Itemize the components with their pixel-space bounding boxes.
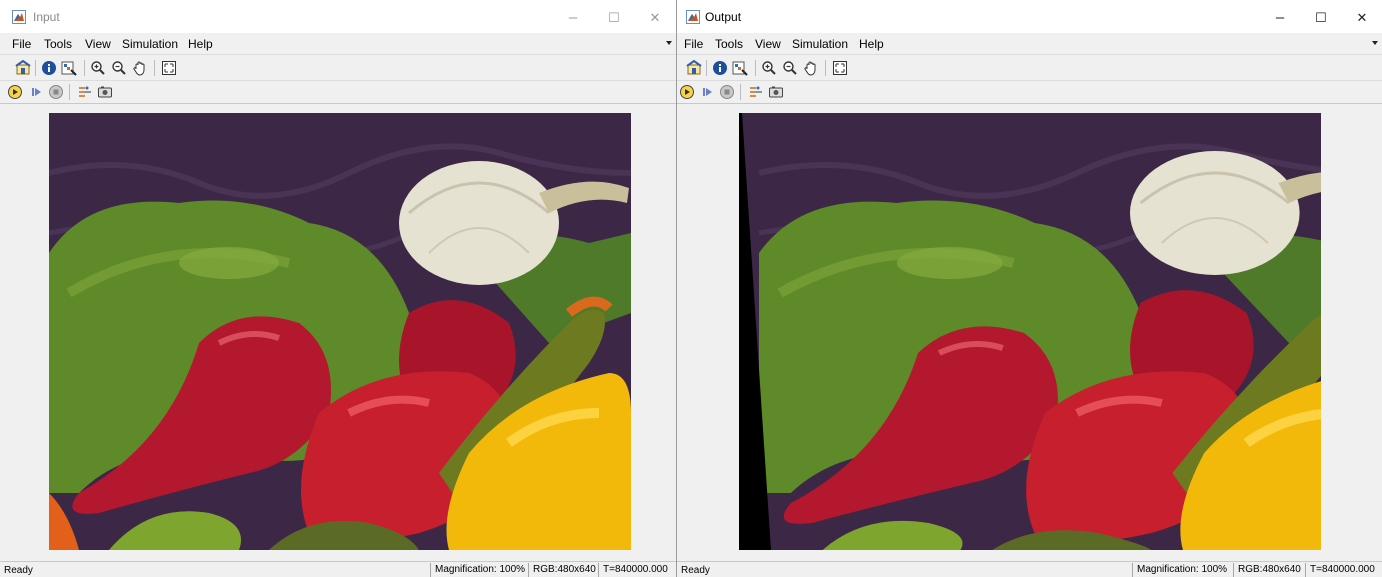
toolbar-separator	[740, 84, 741, 100]
output-window: Output – ☐ ✕ File Tools View Simulation …	[677, 0, 1382, 577]
menu-simulation[interactable]: Simulation	[122, 37, 178, 51]
status-bar: Ready Magnification: 100% RGB:480x640 T=…	[677, 561, 1382, 577]
signal-select-icon[interactable]	[76, 83, 94, 101]
status-time: T=840000.000	[1305, 563, 1379, 577]
menu-bar: File Tools View Simulation Help	[677, 33, 1382, 54]
toolbar	[677, 54, 1382, 80]
step-forward-icon[interactable]	[28, 83, 46, 101]
status-rgb: RGB:480x640	[528, 563, 600, 577]
simulation-toolbar	[0, 80, 676, 102]
minimize-button[interactable]: –	[1265, 5, 1295, 29]
toolbar-separator	[69, 84, 70, 100]
fit-to-window-icon[interactable]	[831, 59, 849, 77]
signal-select-icon[interactable]	[747, 83, 765, 101]
status-magnification: Magnification: 100%	[430, 563, 529, 577]
matlab-app-icon	[686, 10, 700, 24]
toolbar-separator	[154, 60, 155, 76]
status-state: Ready	[681, 565, 710, 576]
menu-view[interactable]: View	[85, 37, 111, 51]
menu-file[interactable]: File	[12, 37, 31, 51]
zoom-in-icon[interactable]	[760, 59, 778, 77]
peppers-output-image	[739, 113, 1321, 550]
status-bar: Ready Magnification: 100% RGB:480x640 T=…	[0, 561, 676, 577]
stop-icon[interactable]	[47, 83, 65, 101]
menu-help[interactable]: Help	[859, 37, 884, 51]
peppers-image	[49, 113, 631, 550]
title-bar[interactable]: Input – ☐ ✕	[0, 0, 676, 33]
menu-help[interactable]: Help	[188, 37, 213, 51]
status-magnification: Magnification: 100%	[1132, 563, 1231, 577]
toolbar-separator	[35, 60, 36, 76]
maximize-button[interactable]: ☐	[599, 5, 629, 29]
status-time: T=840000.000	[598, 563, 672, 577]
matlab-app-icon	[12, 10, 26, 24]
menu-view[interactable]: View	[755, 37, 781, 51]
toolbar-separator	[825, 60, 826, 76]
zoom-out-icon[interactable]	[781, 59, 799, 77]
window-title: Input	[33, 10, 60, 24]
info-icon[interactable]	[711, 59, 729, 77]
info-icon[interactable]	[40, 59, 58, 77]
menu-tools[interactable]: Tools	[44, 37, 72, 51]
pan-hand-icon[interactable]	[131, 59, 149, 77]
menu-file[interactable]: File	[684, 37, 703, 51]
run-icon[interactable]	[6, 83, 24, 101]
status-rgb: RGB:480x640	[1233, 563, 1305, 577]
toolbar	[0, 54, 676, 80]
menu-simulation[interactable]: Simulation	[792, 37, 848, 51]
simulation-toolbar	[677, 80, 1382, 102]
snapshot-camera-icon[interactable]	[767, 83, 785, 101]
menu-bar: File Tools View Simulation Help	[0, 33, 676, 54]
home-icon[interactable]	[14, 59, 32, 77]
pan-hand-icon[interactable]	[802, 59, 820, 77]
fit-to-window-icon[interactable]	[160, 59, 178, 77]
home-icon[interactable]	[685, 59, 703, 77]
close-button[interactable]: ✕	[640, 5, 670, 29]
run-icon[interactable]	[678, 83, 696, 101]
title-bar[interactable]: Output – ☐ ✕	[677, 0, 1382, 33]
maximize-button[interactable]: ☐	[1306, 5, 1336, 29]
zoom-out-icon[interactable]	[110, 59, 128, 77]
chevron-down-icon[interactable]	[666, 41, 672, 45]
pixel-region-icon[interactable]	[60, 59, 78, 77]
status-state: Ready	[4, 565, 33, 576]
chevron-down-icon[interactable]	[1372, 41, 1378, 45]
snapshot-camera-icon[interactable]	[96, 83, 114, 101]
step-forward-icon[interactable]	[699, 83, 717, 101]
pixel-region-icon[interactable]	[731, 59, 749, 77]
zoom-in-icon[interactable]	[89, 59, 107, 77]
menu-tools[interactable]: Tools	[715, 37, 743, 51]
close-button[interactable]: ✕	[1347, 5, 1377, 29]
stop-icon[interactable]	[718, 83, 736, 101]
toolbar-separator	[706, 60, 707, 76]
toolbar-separator	[755, 60, 756, 76]
image-canvas[interactable]	[0, 103, 676, 561]
image-canvas[interactable]	[677, 103, 1382, 561]
input-window: Input – ☐ ✕ File Tools View Simulation H…	[0, 0, 676, 577]
window-title: Output	[705, 10, 742, 24]
toolbar-separator	[84, 60, 85, 76]
minimize-button[interactable]: –	[558, 5, 588, 29]
